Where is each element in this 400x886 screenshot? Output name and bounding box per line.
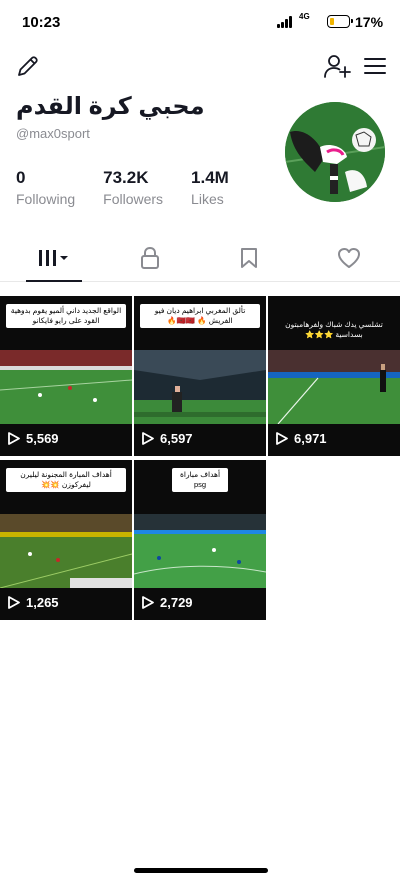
view-count-text: 2,729 (160, 595, 193, 610)
status-time: 10:23 (22, 14, 61, 31)
view-count: 6,971 (276, 431, 327, 446)
view-count-text: 5,569 (26, 431, 59, 446)
edit-profile-button[interactable] (14, 52, 42, 80)
view-count: 1,265 (8, 595, 59, 610)
video-caption: أهداف المبارة المجنونة ليليرن ليفركوزن 💥… (6, 468, 126, 492)
followers-count: 73.2K (103, 168, 149, 187)
profile-avatar[interactable] (285, 102, 385, 202)
view-count: 2,729 (142, 595, 193, 610)
video-caption: الواقع الجديد داني ألميو يقوم بدوهية الق… (6, 304, 126, 328)
add-user-icon (324, 55, 351, 78)
view-count: 6,597 (142, 431, 193, 446)
video-thumbnail (0, 350, 132, 424)
view-count-text: 1,265 (26, 595, 59, 610)
stat-following[interactable]: 0 Following (16, 168, 75, 207)
play-icon (8, 596, 20, 609)
profile-name: محبي كرة القدم (16, 93, 205, 120)
following-label: Following (16, 191, 76, 207)
video-tile[interactable]: تألق المغربي ابراهيم ديان فيو الفريش 🔥 🇲… (134, 296, 266, 456)
hamburger-menu-icon (364, 58, 386, 74)
view-count: 5,569 (8, 431, 59, 446)
bookmark-icon (241, 248, 257, 268)
profile-handle: @max0sport (16, 126, 90, 141)
add-friend-button[interactable] (322, 52, 352, 80)
video-caption: تشلسي يدك شباك ولفرهامبتون بسداسية ⭐⭐⭐ (285, 320, 383, 339)
play-icon (276, 432, 288, 445)
following-count: 0 (16, 168, 26, 187)
battery-icon (327, 15, 353, 28)
play-icon (142, 596, 154, 609)
videos-grid-icon (39, 250, 68, 266)
tab-liked[interactable] (299, 234, 399, 282)
stat-followers[interactable]: 73.2K Followers (103, 168, 163, 207)
menu-button[interactable] (362, 53, 388, 79)
battery-percentage: 17% (355, 14, 384, 30)
video-tile[interactable]: تشلسي يدك شباك ولفرهامبتون بسداسية ⭐⭐⭐ 6… (268, 296, 400, 456)
lock-icon (141, 247, 159, 269)
video-thumbnail (134, 350, 266, 424)
video-thumbnail (0, 514, 132, 588)
video-tile[interactable]: أهداف مباراة psg 2,729 (134, 460, 266, 620)
video-caption: تألق المغربي ابراهيم ديان فيو الفريش 🔥 🇲… (140, 304, 260, 328)
tab-videos[interactable] (4, 234, 104, 282)
avatar-image (285, 102, 385, 202)
heart-icon (338, 248, 360, 268)
video-caption: أهداف مباراة psg (172, 468, 228, 492)
profile-tabs (0, 234, 400, 282)
likes-label: Likes (191, 191, 224, 207)
profile-stats: 0 Following 73.2K Followers 1.4M Likes (16, 168, 257, 207)
video-thumbnail (134, 514, 266, 588)
stat-likes[interactable]: 1.4M Likes (191, 168, 229, 207)
pencil-icon (18, 56, 38, 76)
status-bar: 10:23 4G 17% (0, 0, 400, 44)
video-tile[interactable]: أهداف المبارة المجنونة ليليرن ليفركوزن 💥… (0, 460, 132, 620)
tab-saved[interactable] (199, 234, 299, 282)
tab-private[interactable] (100, 234, 200, 282)
likes-count: 1.4M (191, 168, 229, 187)
play-icon (8, 432, 20, 445)
video-thumbnail (268, 350, 400, 424)
video-tile[interactable]: الواقع الجديد داني ألميو يقوم بدوهية الق… (0, 296, 132, 456)
view-count-text: 6,597 (160, 431, 193, 446)
play-icon (142, 432, 154, 445)
view-count-text: 6,971 (294, 431, 327, 446)
network-type: 4G (299, 12, 310, 21)
active-tab-indicator (26, 280, 82, 282)
followers-label: Followers (103, 191, 164, 207)
cellular-signal-icon (277, 16, 295, 28)
home-indicator[interactable] (134, 868, 268, 873)
